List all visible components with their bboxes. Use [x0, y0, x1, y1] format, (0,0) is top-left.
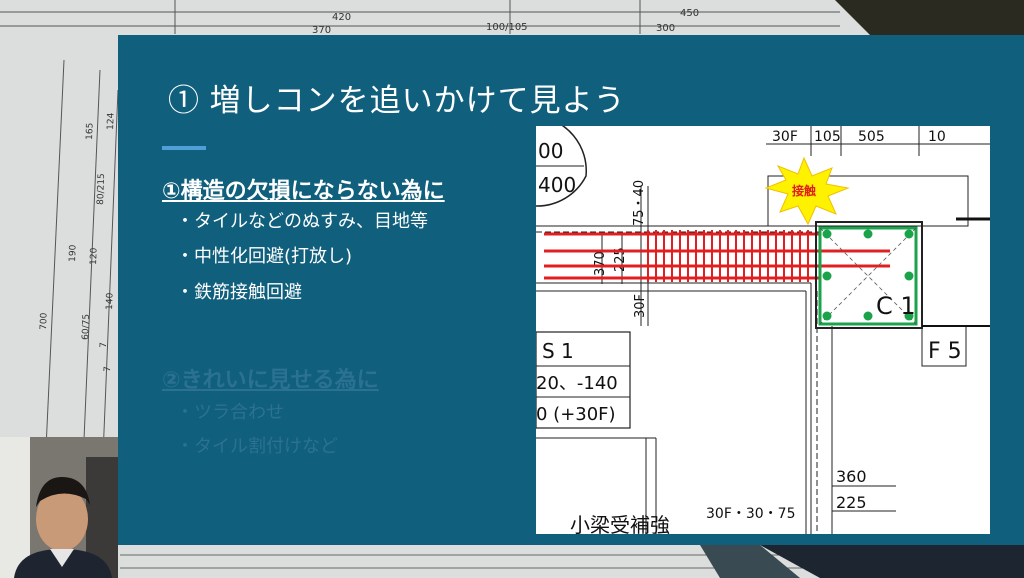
- presenter-avatar: [0, 437, 118, 578]
- bg-dim-13: 60/75: [81, 314, 92, 340]
- bg-dim-2: 450: [680, 8, 699, 19]
- section-1-heading: ①構造の欠損にならない為に: [162, 179, 445, 204]
- vertical-dim-30f: 30F: [633, 294, 648, 318]
- presenter-webcam: [0, 437, 118, 578]
- title-accent-bar: [162, 146, 206, 150]
- section-2-bullet: ・ツラ合わせ: [176, 402, 284, 423]
- contact-callout-label: 接触: [792, 183, 816, 198]
- bg-dim-1: 420: [332, 12, 351, 23]
- top-dim-10: 10: [928, 129, 946, 145]
- column-label: C 1: [876, 292, 916, 320]
- bottom-dim-360: 360: [836, 467, 867, 486]
- top-dim-30f: 30F: [772, 129, 798, 145]
- bg-dim-14: 7: [99, 342, 109, 348]
- beam-note: 小梁受補強: [570, 513, 670, 534]
- bg-dim-12: 140: [105, 292, 116, 310]
- circle-label-bottom: 400: [538, 173, 576, 197]
- bg-dim-7: 124: [106, 112, 117, 130]
- bg-dim-9: 190: [68, 244, 79, 262]
- section-1-bullet: ・鉄筋接触回避: [176, 282, 302, 303]
- rebar-detail-svg: 00 400 30F 105 505 10 75・40 370 225 30F: [536, 126, 990, 534]
- schedule-cell: 20、-140: [536, 373, 618, 394]
- bg-dim-8: 80/215: [96, 173, 107, 205]
- rebar-stirrups: [647, 230, 809, 282]
- slide-title: ① 増しコンを追いかけて見よう: [168, 83, 626, 118]
- section-2-bullet: ・タイル割付けなど: [176, 436, 338, 457]
- circle-label-top: 00: [538, 139, 563, 163]
- top-dim-505: 505: [858, 129, 885, 145]
- bottom-dim-30f: 30F・30・75: [706, 506, 796, 522]
- vertical-dim-370: 370: [593, 251, 608, 276]
- presentation-slide: ① 増しコンを追いかけて見よう ①構造の欠損にならない為に ・タイルなどのぬすみ…: [118, 35, 1024, 545]
- bg-dim-11: 700: [39, 312, 50, 330]
- bg-dim-5: 300: [656, 23, 675, 34]
- bg-dim-15: 7: [103, 366, 113, 372]
- schedule-cell: 0 (+30F): [536, 404, 616, 425]
- footing-label: F 5: [928, 339, 962, 364]
- bg-dim-10: 120: [89, 247, 100, 265]
- section-1-bullet: ・中性化回避(打放し): [176, 246, 353, 267]
- section-2-heading: ②きれいに見せる為に: [162, 368, 379, 393]
- bg-dim-4: 100/105: [486, 22, 528, 33]
- structural-drawing: 00 400 30F 105 505 10 75・40 370 225 30F: [536, 126, 990, 534]
- bg-dim-6: 165: [85, 123, 96, 141]
- bottom-dim-225: 225: [836, 493, 867, 512]
- top-dim-105: 105: [814, 129, 841, 145]
- schedule-cell: S 1: [542, 339, 574, 363]
- vertical-dim-75-40: 75・40: [632, 180, 647, 226]
- section-1-bullet: ・タイルなどのぬすみ、目地等: [176, 211, 428, 232]
